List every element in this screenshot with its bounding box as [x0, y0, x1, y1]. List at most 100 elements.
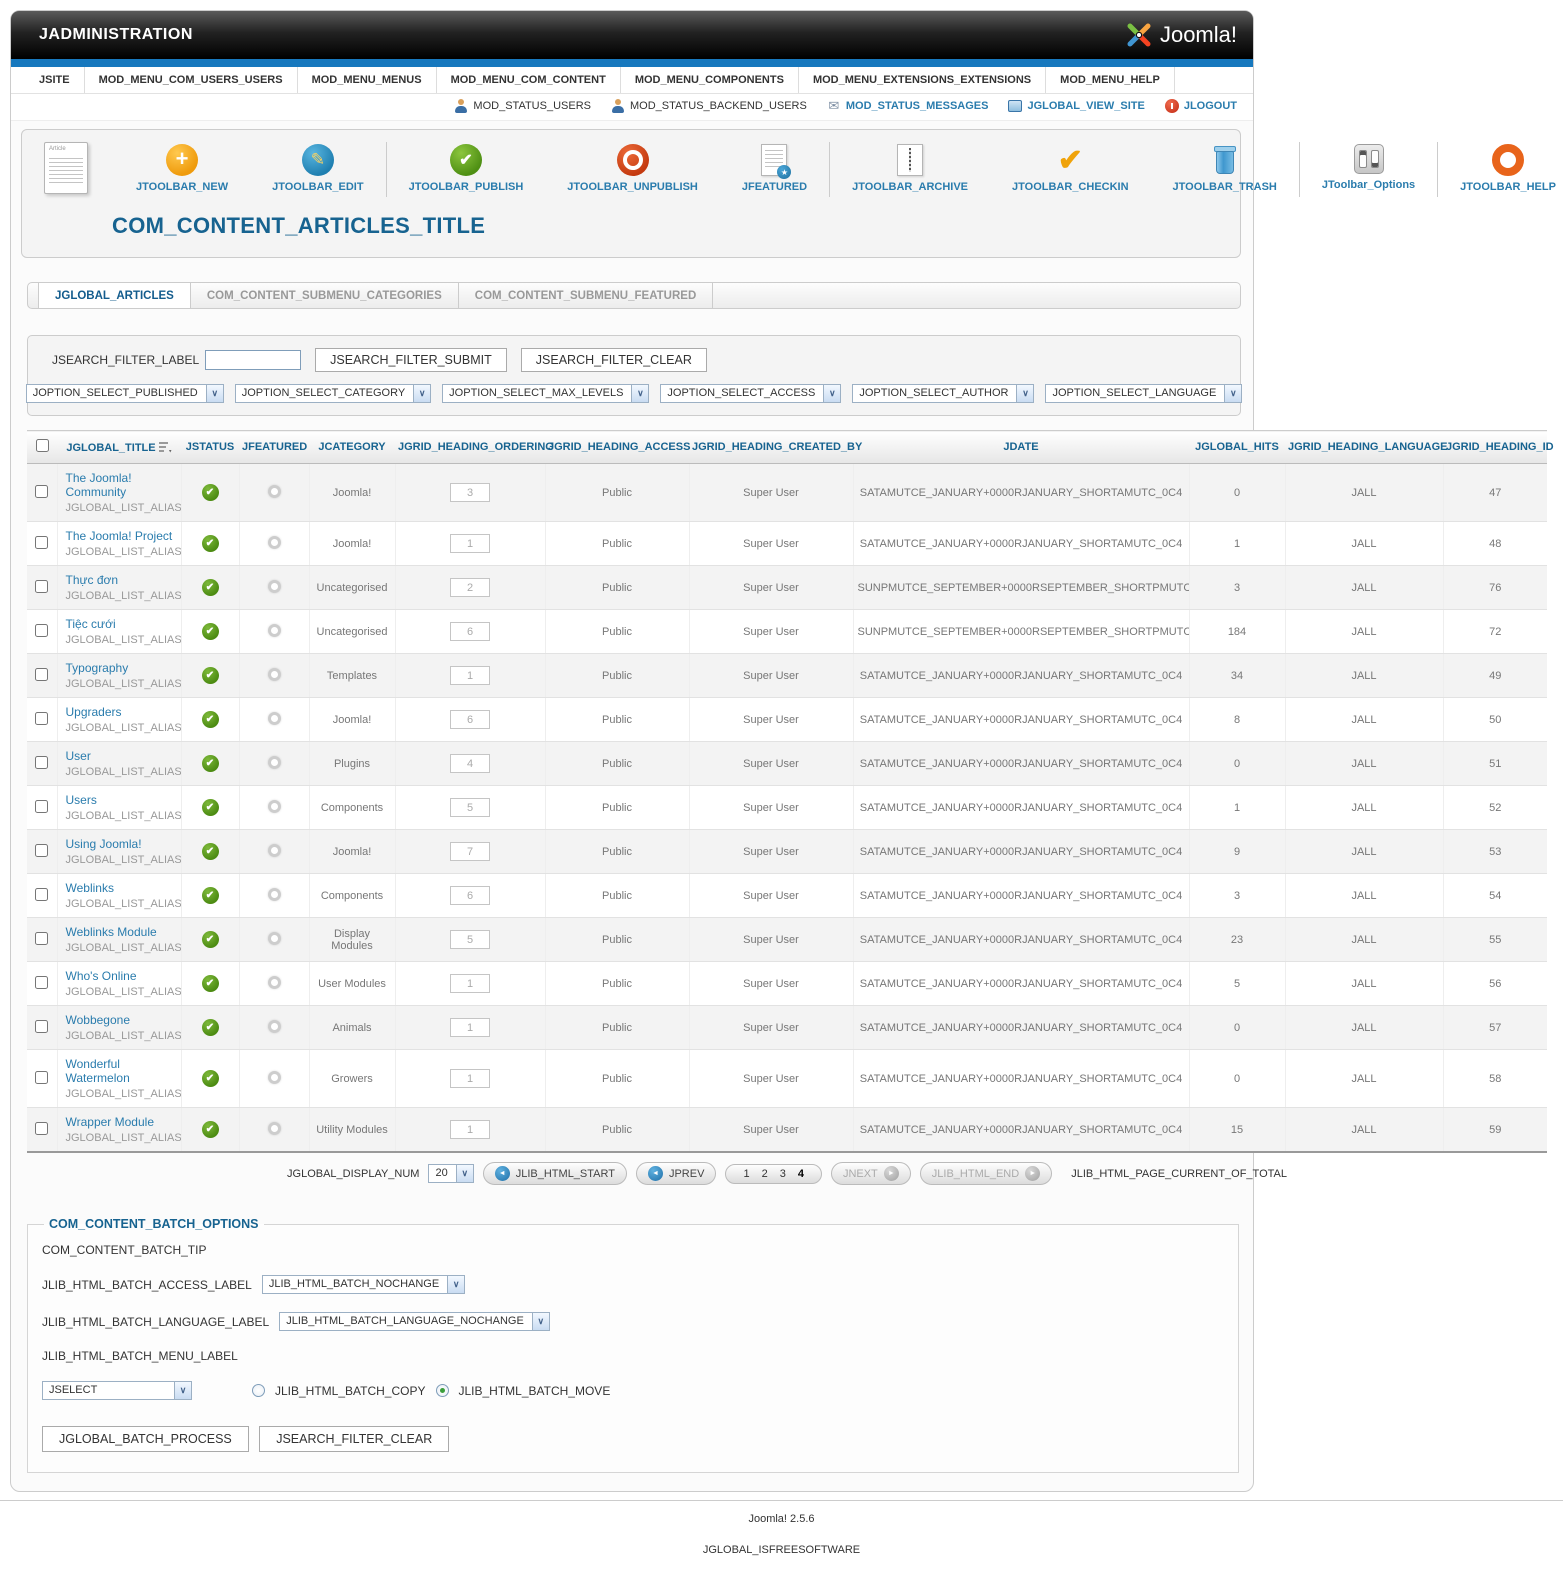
- tab[interactable]: COM_CONTENT_SUBMENU_FEATURED: [459, 283, 714, 308]
- column-header-status[interactable]: JSTATUS: [181, 430, 239, 464]
- ordering-input[interactable]: [450, 666, 490, 685]
- tab[interactable]: COM_CONTENT_SUBMENU_CATEGORIES: [191, 283, 459, 308]
- filter-select[interactable]: JOPTION_SELECT_ACCESS ∨: [660, 384, 842, 403]
- pagination-page[interactable]: 2: [756, 1168, 774, 1180]
- ordering-input[interactable]: [450, 534, 490, 553]
- article-title-link[interactable]: Who's Online: [66, 969, 137, 983]
- toolbar-button[interactable]: JTOOLBAR_NEW: [114, 142, 250, 197]
- filter-select[interactable]: JOPTION_SELECT_MAX_LEVELS ∨: [442, 384, 650, 403]
- toolbar-button[interactable]: JTOOLBAR_TRASH: [1151, 142, 1299, 197]
- toolbar-button[interactable]: JTOOLBAR_ARCHIVE: [829, 142, 990, 197]
- pagination-next-button[interactable]: JNEXT ►: [830, 1162, 911, 1185]
- column-header-id[interactable]: JGRID_HEADING_ID: [1443, 430, 1554, 464]
- display-num-select[interactable]: 20 ∨: [428, 1164, 474, 1183]
- filter-clear-button[interactable]: JSEARCH_FILTER_CLEAR: [520, 348, 707, 372]
- published-icon[interactable]: ✔: [201, 1070, 219, 1087]
- article-title-link[interactable]: Users: [66, 793, 97, 807]
- row-checkbox[interactable]: [35, 1019, 49, 1033]
- filter-submit-button[interactable]: JSEARCH_FILTER_SUBMIT: [315, 348, 507, 372]
- article-title-link[interactable]: User: [66, 749, 91, 763]
- published-icon[interactable]: ✔: [201, 667, 219, 684]
- published-icon[interactable]: ✔: [201, 1121, 219, 1138]
- published-icon[interactable]: ✔: [201, 975, 219, 992]
- row-checkbox[interactable]: [35, 484, 49, 498]
- filter-select[interactable]: JOPTION_SELECT_PUBLISHED ∨: [25, 384, 224, 403]
- row-checkbox[interactable]: [35, 931, 49, 945]
- ordering-input[interactable]: [450, 710, 490, 729]
- published-icon[interactable]: ✔: [201, 484, 219, 501]
- published-icon[interactable]: ✔: [201, 799, 219, 816]
- row-checkbox[interactable]: [35, 623, 49, 637]
- unfeatured-icon[interactable]: [267, 975, 281, 989]
- menu-item[interactable]: MOD_MENU_COM_USERS_USERS: [85, 67, 298, 93]
- column-header-title[interactable]: JGLOBAL_TITLE: [57, 430, 181, 464]
- toolbar-button[interactable]: JTOOLBAR_UNPUBLISH: [545, 142, 720, 197]
- unfeatured-icon[interactable]: [267, 931, 281, 945]
- row-checkbox[interactable]: [35, 975, 49, 989]
- article-title-link[interactable]: Thực đơn: [66, 573, 119, 587]
- toolbar-button[interactable]: JTOOLBAR_HELP: [1437, 142, 1563, 197]
- published-icon[interactable]: ✔: [201, 843, 219, 860]
- article-title-link[interactable]: Typography: [66, 661, 129, 675]
- row-checkbox[interactable]: [35, 1121, 49, 1135]
- menu-item[interactable]: JSITE: [25, 67, 85, 93]
- filter-select[interactable]: JOPTION_SELECT_LANGUAGE ∨: [1045, 384, 1243, 403]
- unfeatured-icon[interactable]: [267, 667, 281, 681]
- status-item[interactable]: MOD_STATUS_BACKEND_USERS: [611, 99, 807, 113]
- status-item[interactable]: JGLOBAL_VIEW_SITE: [1008, 99, 1144, 113]
- unfeatured-icon[interactable]: [267, 1070, 281, 1084]
- article-title-link[interactable]: The Joomla! Project: [66, 529, 173, 543]
- unfeatured-icon[interactable]: [267, 799, 281, 813]
- row-checkbox[interactable]: [35, 843, 49, 857]
- search-input[interactable]: [205, 350, 302, 370]
- published-icon[interactable]: ✔: [201, 887, 219, 904]
- published-icon[interactable]: ✔: [201, 931, 219, 948]
- toolbar-button[interactable]: JFEATURED: [720, 142, 829, 197]
- published-icon[interactable]: ✔: [201, 623, 219, 640]
- article-title-link[interactable]: Using Joomla!: [66, 837, 142, 851]
- unfeatured-icon[interactable]: [267, 1121, 281, 1135]
- row-checkbox[interactable]: [35, 755, 49, 769]
- article-title-link[interactable]: Tiệc cưới: [66, 617, 116, 631]
- row-checkbox[interactable]: [35, 667, 49, 681]
- ordering-input[interactable]: [450, 930, 490, 949]
- row-checkbox[interactable]: [35, 887, 49, 901]
- batch-clear-button[interactable]: JSEARCH_FILTER_CLEAR: [259, 1426, 450, 1452]
- column-header-created-by[interactable]: JGRID_HEADING_CREATED_BY: [689, 430, 862, 464]
- ordering-input[interactable]: [450, 1069, 490, 1088]
- toolbar-button[interactable]: JTOOLBAR_PUBLISH: [385, 142, 546, 197]
- article-title-link[interactable]: Wobbegone: [66, 1013, 131, 1027]
- row-checkbox[interactable]: [35, 711, 49, 725]
- unfeatured-icon[interactable]: [267, 711, 281, 725]
- unfeatured-icon[interactable]: [267, 843, 281, 857]
- unfeatured-icon[interactable]: [267, 887, 281, 901]
- article-title-link[interactable]: Weblinks Module: [66, 925, 157, 939]
- menu-item[interactable]: MOD_MENU_EXTENSIONS_EXTENSIONS: [799, 67, 1047, 93]
- article-title-link[interactable]: The Joomla! Community: [66, 471, 177, 499]
- unfeatured-icon[interactable]: [267, 623, 281, 637]
- column-header-category[interactable]: JCATEGORY: [309, 430, 395, 464]
- unfeatured-icon[interactable]: [267, 484, 281, 498]
- toolbar-button[interactable]: JTOOLBAR_CHECKIN: [990, 142, 1151, 197]
- status-item[interactable]: MOD_STATUS_MESSAGES: [827, 99, 989, 113]
- article-title-link[interactable]: Weblinks: [66, 881, 114, 895]
- published-icon[interactable]: ✔: [201, 755, 219, 772]
- filter-select[interactable]: JOPTION_SELECT_AUTHOR ∨: [852, 384, 1035, 403]
- toolbar-button[interactable]: JToolbar_Options: [1298, 142, 1437, 197]
- status-item[interactable]: MOD_STATUS_USERS: [454, 99, 591, 113]
- ordering-input[interactable]: [450, 1120, 490, 1139]
- pagination-page[interactable]: 4: [792, 1168, 810, 1180]
- published-icon[interactable]: ✔: [201, 711, 219, 728]
- unfeatured-icon[interactable]: [267, 535, 281, 549]
- row-checkbox[interactable]: [35, 579, 49, 593]
- menu-item[interactable]: MOD_MENU_HELP: [1046, 67, 1175, 93]
- published-icon[interactable]: ✔: [201, 579, 219, 596]
- unfeatured-icon[interactable]: [267, 1019, 281, 1033]
- status-item[interactable]: JLOGOUT: [1164, 99, 1237, 113]
- ordering-input[interactable]: [450, 798, 490, 817]
- column-header-featured[interactable]: JFEATURED: [239, 430, 309, 464]
- column-header-ordering[interactable]: JGRID_HEADING_ORDERING: [395, 430, 554, 464]
- batch-language-select[interactable]: JLIB_HTML_BATCH_LANGUAGE_NOCHANGE ∨: [279, 1312, 550, 1331]
- ordering-input[interactable]: [450, 483, 490, 502]
- select-all-checkbox[interactable]: [35, 439, 49, 452]
